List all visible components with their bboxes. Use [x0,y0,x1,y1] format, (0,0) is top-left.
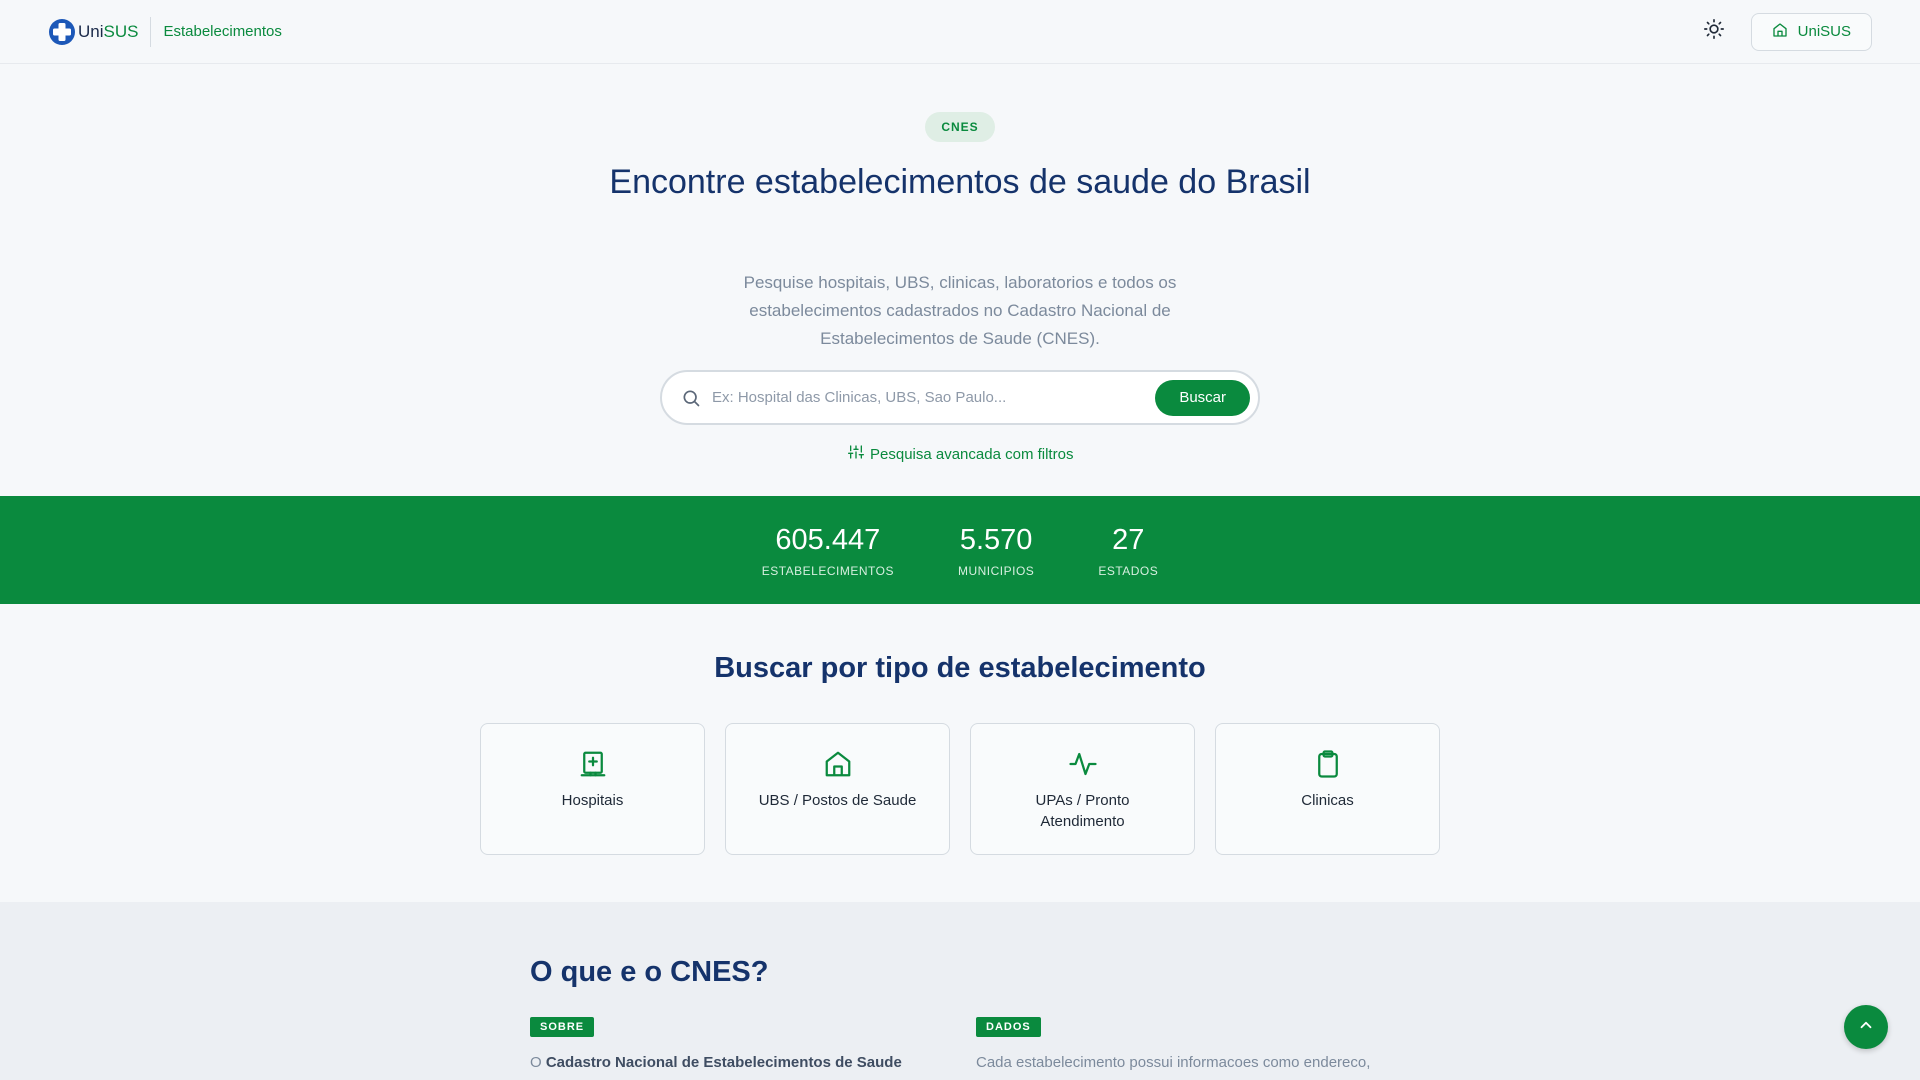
stat-label: ESTABELECIMENTOS [761,564,894,578]
stat-value: 5.570 [959,524,1033,556]
hospital-icon [577,748,609,780]
stat-label: MUNICIPIOS [957,564,1035,578]
type-card-label: UBS / Postos de Saude [758,792,917,809]
search-button[interactable]: Buscar [1155,379,1250,416]
search-icon [680,387,702,409]
cnes-badge: CNES [925,112,995,142]
stat-label: ESTADOS [1098,564,1159,578]
stat-value: 27 [1112,524,1145,556]
type-card-label: UPAs / Pronto Atendimento [1035,792,1130,830]
sun-icon [1703,18,1725,45]
top-navbar: UniSUS Estabelecimentos UniSUS [0,0,1920,64]
theme-toggle-button[interactable] [1701,19,1727,45]
topbar-actions: UniSUS [1701,12,1872,51]
about-paragraph: O Cadastro Nacional de Estabelecimentos … [530,1052,990,1074]
advanced-search-label: Pesquisa avancada com filtros [870,445,1074,463]
type-card-label: Hospitais [561,792,624,809]
tag-data: DADOS [976,1017,1041,1037]
type-card-clinics[interactable]: Clinicas [1215,723,1440,855]
stat-value: 605.447 [775,524,881,556]
about-text-bold: Cadastro Nacional de Estabelecimentos de… [545,1054,902,1071]
back-to-top-button[interactable] [1844,1005,1888,1049]
type-card-upas[interactable]: UPAs / Pronto Atendimento [970,723,1195,855]
chevron-up-icon [1857,1016,1875,1039]
stat-states: 27 ESTADOS [1098,522,1158,578]
about-text-prefix: O [530,1054,546,1071]
about-title: O que e o CNES? [530,956,769,988]
home-icon [1772,22,1788,42]
brand-name-sus: SUS [103,21,139,41]
type-card-hospitals[interactable]: Hospitais [480,723,705,855]
brand-name: UniSUS [78,22,138,42]
brand-subtitle: Estabelecimentos [163,23,282,40]
home-icon [822,748,854,780]
type-card-label: Clinicas [1301,792,1354,809]
brand-name-uni: Uni [78,21,104,41]
brand-divider [150,16,152,47]
unisus-button-label: UniSUS [1797,23,1851,40]
plus-cross-logo-icon [48,18,76,46]
search-bar: Buscar [660,370,1260,425]
sliders-icon [848,444,864,464]
unisus-home-button[interactable]: UniSUS [1750,12,1872,51]
types-section-title: Buscar por tipo de estabelecimento [714,652,1206,684]
hero-title: Encontre estabelecimentos de saude do Br… [609,163,1311,201]
clipboard-icon [1312,748,1344,780]
tag-about: SOBRE [530,1017,595,1037]
stat-establishments: 605.447 ESTABELECIMENTOS [762,522,894,578]
stat-municipalities: 5.570 MUNICIPIOS [958,522,1034,578]
hero-description: Pesquise hospitais, UBS, clinicas, labor… [743,273,1177,348]
type-card-ubs[interactable]: UBS / Postos de Saude [725,723,950,855]
brand[interactable]: UniSUS Estabelecimentos [48,16,282,47]
advanced-search-link[interactable]: Pesquisa avancada com filtros [848,444,1073,464]
stats-band: 605.447 ESTABELECIMENTOS 5.570 MUNICIPIO… [0,496,1920,604]
search-input[interactable] [712,389,1156,406]
data-paragraph: Cada estabelecimento possui informacoes … [976,1054,1371,1071]
activity-icon [1067,748,1099,780]
